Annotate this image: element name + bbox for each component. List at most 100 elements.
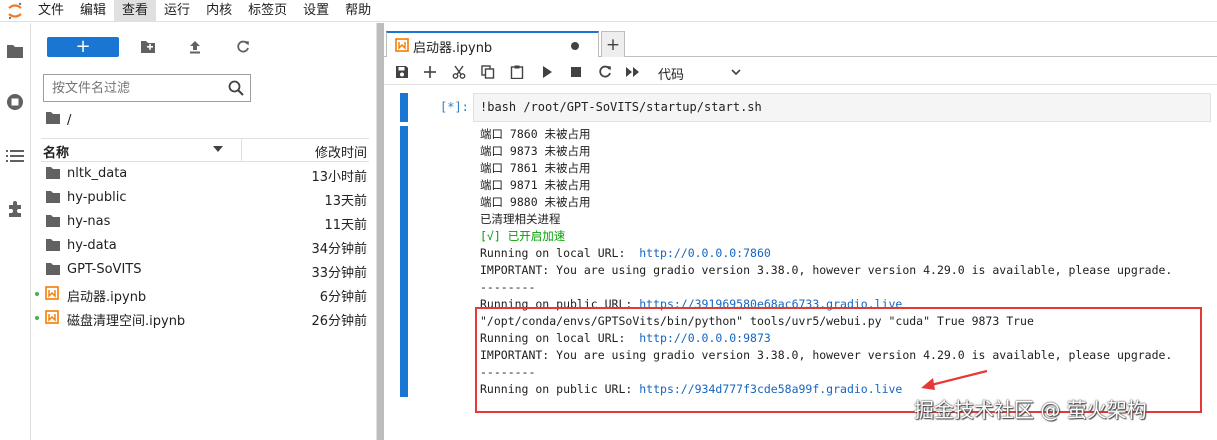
tab-label: 启动器.ipynb — [413, 41, 493, 56]
home-folder-icon[interactable] — [45, 111, 61, 129]
column-header-modified[interactable]: 修改时间 — [315, 142, 367, 161]
unsaved-dot-icon[interactable] — [571, 42, 579, 50]
folder-icon — [45, 214, 61, 230]
file-row[interactable]: 磁盘清理空间.ipynb 26分钟前 — [35, 306, 369, 330]
notebook-panel: 启动器.ipynb + 代码 [*]: !bash /root/GPT-SoVI… — [384, 23, 1217, 440]
menu-item[interactable]: 文件 — [30, 0, 72, 22]
output-line: Running on local URL: http://0.0.0.0:786… — [480, 245, 1210, 262]
search-icon — [227, 79, 245, 97]
cell-type-label: 代码 — [658, 68, 685, 83]
file-modified: 26分钟前 — [311, 314, 367, 329]
restart-kernel-icon[interactable] — [596, 63, 614, 81]
file-name: 磁盘清理空间.ipynb — [67, 314, 186, 329]
output-text: IMPORTANT: You are using gradio version … — [480, 263, 1173, 277]
toc-icon[interactable] — [4, 145, 26, 167]
insert-cell-icon[interactable] — [421, 63, 439, 81]
menu-item[interactable]: 内核 — [198, 0, 240, 22]
stop-icon[interactable] — [567, 63, 585, 81]
output-text: 端口 7860 未被占用 — [480, 127, 591, 141]
file-row[interactable]: hy-nas 11天前 — [41, 210, 369, 234]
menu-item[interactable]: 运行 — [156, 0, 198, 22]
fast-forward-icon[interactable] — [624, 63, 642, 81]
activity-bar — [0, 23, 31, 440]
file-name: GPT-SoVITS — [67, 262, 142, 277]
extension-icon[interactable] — [4, 198, 26, 220]
tab-notebook[interactable]: 启动器.ipynb — [386, 31, 599, 57]
output-line: 端口 7861 未被占用 — [480, 160, 1210, 177]
breadcrumb-root[interactable]: / — [67, 113, 71, 128]
file-row[interactable]: GPT-SoVITS 33分钟前 — [41, 258, 369, 282]
save-icon[interactable] — [393, 63, 411, 81]
output-line: -------- — [480, 279, 1210, 296]
notebook-toolbar: 代码 — [384, 59, 1217, 85]
running-icon[interactable] — [4, 91, 26, 113]
file-modified: 33分钟前 — [311, 266, 367, 281]
breadcrumb: / — [45, 111, 71, 129]
add-tab-button[interactable]: + — [601, 31, 625, 57]
notebook-icon — [45, 310, 61, 326]
menu-item[interactable]: 标签页 — [240, 0, 295, 22]
output-text: 端口 7861 未被占用 — [480, 161, 591, 175]
output-text: [√] 已开启加速 — [480, 229, 566, 243]
refresh-icon[interactable] — [234, 38, 252, 56]
output-text: 端口 9873 未被占用 — [480, 144, 591, 158]
code-text: !bash /root/GPT-SoVITS/startup/start.sh — [480, 100, 762, 114]
folder-icon — [45, 238, 61, 254]
folder-icon[interactable] — [4, 40, 26, 62]
cell-type-select[interactable]: 代码 — [652, 63, 742, 83]
output-line: IMPORTANT: You are using gradio version … — [480, 262, 1210, 279]
cell-collapser[interactable] — [400, 93, 408, 122]
watermark: 掘金技术社区 @ 萤火架构 — [914, 398, 1147, 422]
panel-splitter[interactable] — [376, 23, 384, 440]
file-row[interactable]: 启动器.ipynb 6分钟前 — [35, 282, 369, 306]
file-row[interactable]: hy-public 13天前 — [41, 186, 369, 210]
new-launcher-button[interactable]: + — [47, 37, 119, 57]
cut-icon[interactable] — [450, 63, 468, 81]
file-name: hy-nas — [67, 214, 111, 229]
file-modified: 13小时前 — [311, 170, 367, 185]
file-browser-toolbar: + — [46, 36, 366, 58]
file-row[interactable]: hy-data 34分钟前 — [41, 234, 369, 258]
tab-bar: 启动器.ipynb + — [384, 29, 1217, 57]
file-modified: 6分钟前 — [319, 290, 367, 305]
file-name: 启动器.ipynb — [67, 290, 147, 305]
output-link[interactable]: http://0.0.0.0:7860 — [639, 246, 771, 260]
folder-icon — [45, 166, 61, 182]
output-text: 端口 9880 未被占用 — [480, 195, 591, 209]
column-divider — [241, 139, 242, 161]
menu-item[interactable]: 编辑 — [72, 0, 114, 22]
menu-item[interactable]: 帮助 — [337, 0, 379, 22]
column-header-name[interactable]: 名称 — [43, 142, 69, 161]
file-name: hy-public — [67, 190, 127, 205]
file-row[interactable]: nltk_data 13小时前 — [41, 162, 369, 186]
output-text: Running on local URL: — [480, 246, 640, 260]
output-text: 已清理相关进程 — [480, 212, 561, 226]
output-collapser[interactable] — [400, 126, 408, 397]
folder-icon — [45, 262, 61, 278]
notebook-icon — [395, 38, 409, 52]
run-icon[interactable] — [538, 63, 556, 81]
file-list: nltk_data 13小时前 hy-public 13天前 hy-nas 11天前 hy-… — [35, 162, 369, 330]
menu-item[interactable]: 设置 — [295, 0, 337, 22]
code-cell-input[interactable]: !bash /root/GPT-SoVITS/startup/start.sh — [473, 93, 1211, 122]
folder-icon — [45, 190, 61, 206]
output-line: 已清理相关进程 — [480, 211, 1210, 228]
file-modified: 34分钟前 — [311, 242, 367, 257]
sort-caret-icon[interactable] — [213, 146, 223, 152]
output-line: 端口 9880 未被占用 — [480, 194, 1210, 211]
paste-icon[interactable] — [508, 63, 526, 81]
copy-icon[interactable] — [479, 63, 497, 81]
output-text: -------- — [480, 280, 536, 294]
input-prompt: [*]: — [440, 100, 469, 114]
menu-item[interactable]: 查看 — [114, 0, 157, 22]
output-text: 端口 9871 未被占用 — [480, 178, 591, 192]
new-folder-icon[interactable] — [139, 38, 157, 56]
jupyter-logo-icon[interactable] — [0, 0, 30, 22]
menu-bar: 文件 编辑 查看 运行 内核 标签页 设置 帮助 — [0, 0, 1217, 22]
running-indicator-icon — [35, 292, 39, 296]
upload-icon[interactable] — [186, 38, 204, 56]
file-modified: 11天前 — [324, 218, 367, 233]
running-indicator-icon — [35, 316, 39, 320]
filter-input[interactable] — [44, 75, 224, 101]
file-browser: + / 名称 修改时间 nltk_data13小时前hy-public13天前h… — [32, 23, 376, 440]
